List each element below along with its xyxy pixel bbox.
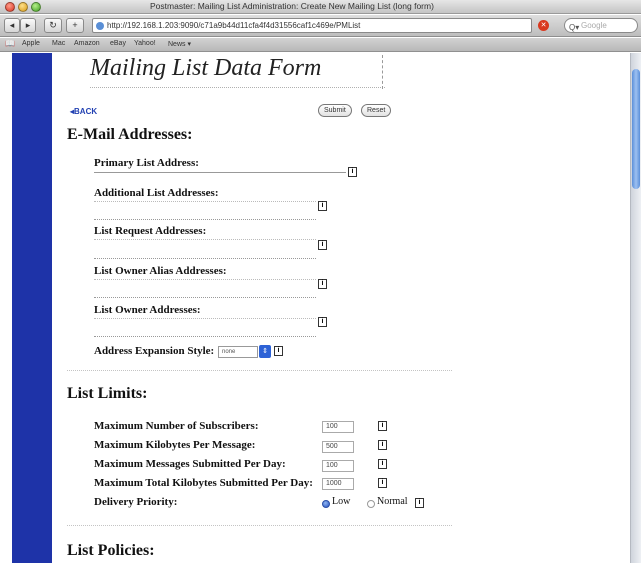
add-bookmark-button[interactable]: + xyxy=(66,18,84,33)
section-divider xyxy=(67,370,452,371)
bookmark-amazon[interactable]: Amazon xyxy=(74,40,100,47)
owner-alias-addresses-info-icon[interactable]: i xyxy=(318,279,327,289)
priority-normal-label: Normal xyxy=(377,496,408,507)
back-link[interactable]: ◂BACK xyxy=(70,107,97,116)
vertical-scrollbar[interactable] xyxy=(630,53,641,563)
address-text: http://192.168.1.203:9090/c71a9b44d11cfa… xyxy=(107,21,361,30)
primary-list-address-input[interactable] xyxy=(94,172,346,173)
additional-addresses-input[interactable] xyxy=(94,201,316,220)
stop-icon[interactable]: ✕ xyxy=(538,20,549,31)
primary-list-address-label: Primary List Address: xyxy=(94,157,199,169)
page-sidebar xyxy=(12,53,52,563)
owner-addresses-input[interactable] xyxy=(94,318,316,337)
max-kilobytes-info-icon[interactable]: i xyxy=(378,440,387,450)
window-title: Postmaster: Mailing List Administration:… xyxy=(150,1,434,11)
owner-addresses-label: List Owner Addresses: xyxy=(94,304,201,316)
max-kilobytes-input[interactable]: 500 xyxy=(322,441,354,453)
open-book-icon[interactable]: 📖 xyxy=(5,39,15,48)
priority-low-radio[interactable] xyxy=(322,500,330,508)
max-kilobytes-label: Maximum Kilobytes Per Message: xyxy=(94,439,256,451)
search-field[interactable]: Q▾ Google xyxy=(564,18,638,33)
owner-alias-addresses-label: List Owner Alias Addresses: xyxy=(94,265,227,277)
browser-toolbar: ◂ ▸ ↻ + http://192.168.1.203:9090/c71a9b… xyxy=(0,15,641,37)
forward-button[interactable]: ▸ xyxy=(20,18,36,33)
window-titlebar: Postmaster: Mailing List Administration:… xyxy=(0,0,641,14)
max-messages-label: Maximum Messages Submitted Per Day: xyxy=(94,458,286,470)
max-subscribers-label: Maximum Number of Subscribers: xyxy=(94,420,259,432)
bookmark-apple[interactable]: Apple xyxy=(22,40,40,47)
reload-button[interactable]: ↻ xyxy=(44,18,62,33)
zoom-window-button[interactable] xyxy=(31,2,41,12)
close-window-button[interactable] xyxy=(5,2,15,12)
address-expansion-label: Address Expansion Style: xyxy=(94,345,215,357)
section-divider xyxy=(67,525,452,526)
page-title: Mailing List Data Form xyxy=(90,55,322,81)
priority-low-label: Low xyxy=(332,496,351,507)
list-policies-heading: List Policies: xyxy=(67,542,155,559)
search-icon: Q▾ xyxy=(569,23,580,32)
owner-addresses-info-icon[interactable]: i xyxy=(318,317,327,327)
site-icon xyxy=(96,22,104,30)
email-addresses-heading: E-Mail Addresses: xyxy=(67,126,193,143)
priority-normal-radio[interactable] xyxy=(367,500,375,508)
delivery-priority-info-icon[interactable]: i xyxy=(415,498,424,508)
minimize-window-button[interactable] xyxy=(18,2,28,12)
expansion-info-icon[interactable]: i xyxy=(274,346,283,356)
request-addresses-label: List Request Addresses: xyxy=(94,225,207,237)
delivery-priority-label: Delivery Priority: xyxy=(94,496,178,508)
bookmark-mac[interactable]: Mac xyxy=(52,40,65,47)
scroll-thumb[interactable] xyxy=(632,69,640,189)
back-button[interactable]: ◂ xyxy=(4,18,20,33)
max-total-kilobytes-info-icon[interactable]: i xyxy=(378,478,387,488)
reset-button[interactable]: Reset xyxy=(361,104,392,117)
bookmarks-bar: 📖 Apple Mac Amazon eBay Yahoo! News ▾ xyxy=(0,38,641,52)
max-messages-info-icon[interactable]: i xyxy=(378,459,387,469)
bookmark-yahoo[interactable]: Yahoo! xyxy=(134,40,156,47)
search-placeholder: Google xyxy=(581,21,607,30)
title-marker xyxy=(382,55,383,89)
chevron-updown-icon[interactable]: ⇕ xyxy=(259,345,271,358)
page-content: Mailing List Data Form ◂BACK Submit Rese… xyxy=(52,53,630,563)
address-bar[interactable]: http://192.168.1.203:9090/c71a9b44d11cfa… xyxy=(92,18,532,33)
address-expansion-select[interactable]: none xyxy=(218,346,258,358)
request-addresses-info-icon[interactable]: i xyxy=(318,240,327,250)
primary-address-info-icon[interactable]: i xyxy=(348,167,357,177)
max-messages-input[interactable]: 100 xyxy=(322,460,354,472)
max-total-kilobytes-input[interactable]: 1000 xyxy=(322,478,354,490)
max-subscribers-info-icon[interactable]: i xyxy=(378,421,387,431)
request-addresses-input[interactable] xyxy=(94,239,316,259)
bookmark-ebay[interactable]: eBay xyxy=(110,40,126,47)
bookmark-news[interactable]: News ▾ xyxy=(168,40,191,48)
list-limits-heading: List Limits: xyxy=(67,385,148,402)
owner-alias-addresses-input[interactable] xyxy=(94,279,316,298)
additional-addresses-info-icon[interactable]: i xyxy=(318,201,327,211)
max-subscribers-input[interactable]: 100 xyxy=(322,421,354,433)
max-total-kilobytes-label: Maximum Total Kilobytes Submitted Per Da… xyxy=(94,477,313,489)
title-underline xyxy=(90,87,385,88)
additional-addresses-label: Additional List Addresses: xyxy=(94,187,219,199)
submit-button[interactable]: Submit xyxy=(318,104,352,117)
